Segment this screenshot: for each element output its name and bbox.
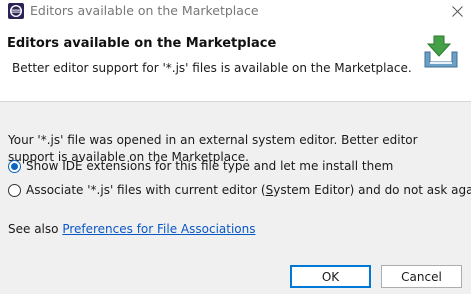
option-associate-label-end: ystem Editor) and do not ask again [273, 183, 471, 197]
option-show-extensions[interactable]: Show IDE extensions for this file type a… [8, 159, 393, 173]
marketplace-download-icon [424, 35, 458, 68]
close-icon [452, 5, 463, 17]
dialog-content: Your '*.js' file was opened in an extern… [0, 102, 471, 294]
option-associate-label-start: Associate '*.js' files with current edit… [26, 183, 266, 197]
window-title: Editors available on the Marketplace [30, 3, 259, 18]
cancel-button[interactable]: Cancel [381, 265, 462, 288]
file-associations-link[interactable]: Preferences for File Associations [62, 222, 255, 236]
close-button[interactable] [444, 0, 471, 22]
option-associate-system-editor[interactable]: Associate '*.js' files with current edit… [8, 183, 471, 197]
option-show-extensions-label[interactable]: Show IDE extensions for this file type a… [26, 159, 393, 173]
see-also-prefix: See also [8, 222, 59, 236]
eclipse-icon [8, 3, 24, 19]
title-bar: Editors available on the Marketplace [0, 0, 471, 22]
dialog-header: Editors available on the Marketplace Bet… [0, 22, 471, 101]
radio-selected-dot [11, 162, 18, 170]
radio-show-extensions[interactable] [8, 159, 21, 173]
radio-associate-system-editor[interactable] [8, 183, 21, 197]
see-also-line: See also Preferences for File Associatio… [8, 222, 256, 236]
ok-button[interactable]: OK [290, 265, 371, 288]
header-title: Editors available on the Marketplace [7, 36, 277, 51]
header-message: Better editor support for '*.js' files i… [12, 61, 412, 75]
option-associate-label[interactable]: Associate '*.js' files with current edit… [26, 183, 471, 197]
